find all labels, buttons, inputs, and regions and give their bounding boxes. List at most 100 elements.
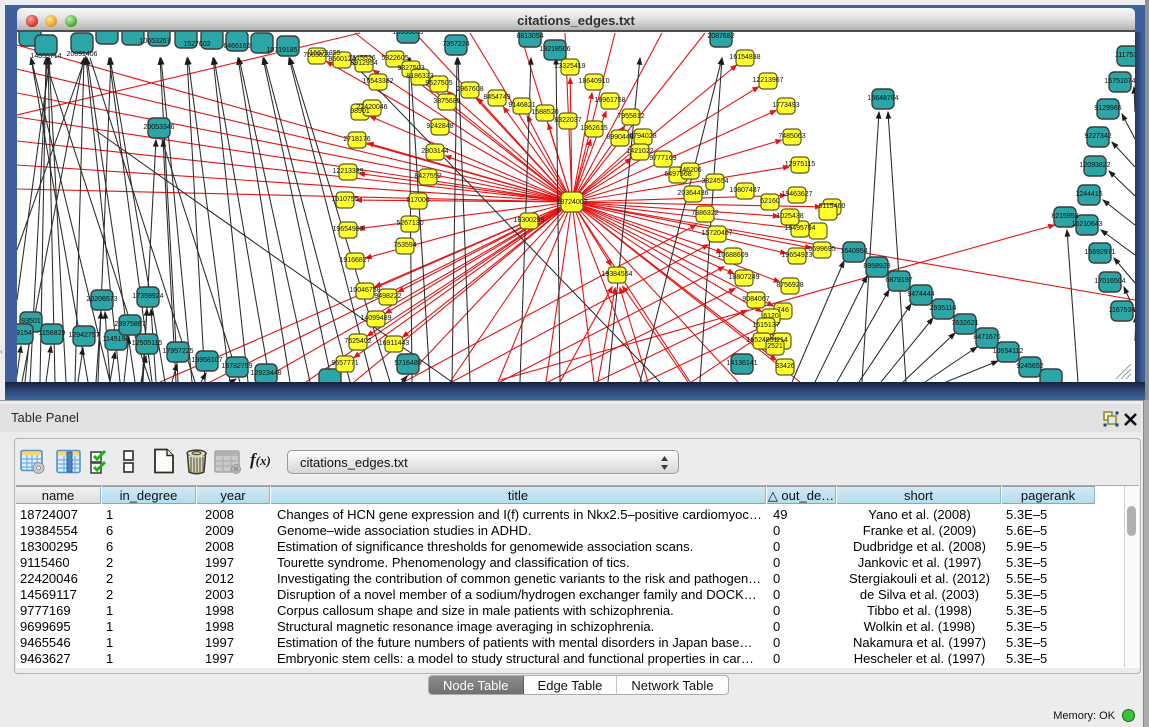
- svg-text:10654112: 10654112: [993, 348, 1024, 355]
- svg-text:7886322: 7886322: [691, 210, 718, 217]
- svg-text:10688609: 10688609: [717, 252, 748, 259]
- svg-text:16210643: 16210643: [1071, 221, 1102, 228]
- svg-text:22420046: 22420046: [356, 104, 387, 111]
- svg-text:17359924: 17359924: [132, 293, 163, 300]
- svg-text:12093822: 12093822: [1079, 162, 1110, 169]
- svg-text:8322037: 8322037: [554, 117, 581, 124]
- svg-text:16033809: 16033809: [392, 32, 423, 36]
- svg-text:1025438: 1025438: [776, 213, 803, 220]
- svg-text:2718176: 2718176: [343, 136, 370, 143]
- svg-text:15751074: 15751074: [1104, 78, 1135, 85]
- svg-text:1156829: 1156829: [39, 330, 66, 337]
- svg-text:9146821: 9146821: [508, 102, 535, 109]
- svg-text:1145194: 1145194: [103, 336, 130, 343]
- svg-text:12923448: 12923448: [250, 370, 281, 377]
- svg-text:15720407: 15720407: [701, 230, 732, 237]
- svg-text:2803144: 2803144: [421, 148, 448, 155]
- svg-text:17957225: 17957225: [162, 348, 193, 355]
- svg-text:14055714: 14055714: [30, 53, 61, 60]
- svg-text:14099489: 14099489: [360, 315, 391, 322]
- svg-text:9129966: 9129966: [1094, 105, 1121, 112]
- svg-text:2087682: 2087682: [707, 33, 734, 40]
- svg-text:1615137: 1615137: [752, 322, 779, 329]
- svg-text:10653267: 10653267: [139, 38, 170, 45]
- svg-text:19654983: 19654983: [332, 226, 363, 233]
- svg-text:9084067: 9084067: [742, 296, 769, 303]
- svg-text:5267130: 5267130: [396, 220, 423, 227]
- svg-text:2521: 2521: [767, 343, 783, 350]
- svg-text:1588520: 1588520: [531, 109, 558, 116]
- svg-text:9777169: 9777169: [649, 155, 676, 162]
- svg-text:18300295: 18300295: [513, 217, 544, 224]
- svg-text:17016504: 17016504: [1094, 278, 1125, 285]
- svg-text:8454749: 8454749: [483, 94, 510, 101]
- svg-text:12213389: 12213389: [332, 168, 363, 175]
- svg-text:7357224: 7357224: [442, 41, 469, 48]
- svg-text:39154: 39154: [17, 330, 32, 337]
- svg-text:12942757: 12942757: [68, 332, 99, 339]
- svg-text:8186323: 8186323: [406, 73, 433, 80]
- svg-text:8215953: 8215953: [1051, 213, 1078, 220]
- svg-text:9657771: 9657771: [331, 360, 358, 367]
- svg-text:10719185: 10719185: [266, 47, 297, 54]
- svg-text:1773493: 1773493: [772, 102, 799, 109]
- svg-text:8471676: 8471676: [973, 334, 1000, 341]
- svg-text:6120: 6120: [763, 313, 779, 320]
- svg-text:1610755: 1610755: [331, 196, 358, 203]
- svg-text:19958107: 19958107: [191, 357, 222, 364]
- svg-text:10807487: 10807487: [729, 187, 760, 194]
- svg-text:3875685: 3875685: [433, 98, 460, 105]
- svg-text:19654923: 19654923: [781, 252, 812, 259]
- svg-text:12505115: 12505115: [132, 340, 163, 347]
- svg-text:20206573: 20206573: [86, 296, 117, 303]
- svg-text:8756928: 8756928: [776, 282, 803, 289]
- svg-text:2935114: 2935114: [930, 305, 957, 312]
- svg-text:16648784: 16648784: [867, 95, 898, 102]
- svg-text:5716485: 5716485: [394, 360, 421, 367]
- svg-text:7485063: 7485063: [778, 133, 805, 140]
- svg-text:16154838: 16154838: [729, 54, 760, 61]
- svg-text:14136141: 14136141: [726, 360, 757, 367]
- svg-text:20053346: 20053346: [143, 124, 174, 131]
- svg-text:16961758: 16961758: [594, 97, 625, 104]
- svg-text:12975115: 12975115: [785, 161, 816, 168]
- svg-text:7632621: 7632621: [951, 320, 978, 327]
- svg-text:16782759: 16782759: [221, 363, 252, 370]
- svg-text:12213967: 12213967: [752, 77, 783, 84]
- svg-text:9227342: 9227342: [1084, 133, 1111, 140]
- svg-text:15495794: 15495794: [784, 225, 815, 232]
- svg-text:746206: 746206: [678, 167, 701, 174]
- svg-text:9115460: 9115460: [819, 203, 846, 210]
- svg-text:18724007: 18724007: [556, 199, 587, 206]
- svg-text:16671355: 16671355: [309, 50, 340, 57]
- svg-text:16543382: 16543382: [362, 78, 393, 85]
- svg-text:7515526: 7515526: [348, 55, 375, 62]
- svg-text:20364436: 20364436: [677, 190, 708, 197]
- svg-text:8958928: 8958928: [863, 263, 890, 270]
- svg-text:9327503: 9327503: [397, 65, 424, 72]
- svg-text:1167534: 1167534: [1109, 307, 1135, 314]
- svg-text:9498222: 9498222: [374, 293, 401, 300]
- svg-text:917006: 917006: [406, 197, 429, 204]
- svg-text:5322605: 5322605: [381, 55, 408, 62]
- svg-text:18640910: 18640910: [578, 78, 609, 85]
- svg-text:746: 746: [777, 307, 789, 314]
- svg-text:3824554: 3824554: [701, 178, 728, 185]
- svg-text:23975867: 23975867: [114, 321, 145, 328]
- svg-text:7625402: 7625402: [344, 338, 371, 345]
- svg-text:2967608: 2967608: [456, 86, 483, 93]
- svg-text:7955812: 7955812: [617, 113, 644, 120]
- svg-text:13325419: 13325419: [554, 63, 585, 70]
- svg-text:1362615: 1362615: [580, 125, 607, 132]
- svg-text:8427552: 8427552: [414, 173, 441, 180]
- svg-text:1244415: 1244415: [1075, 191, 1102, 198]
- svg-text:19218506: 19218506: [539, 46, 570, 53]
- svg-text:19384554: 19384554: [601, 271, 632, 278]
- svg-text:15692971: 15692971: [1084, 249, 1115, 256]
- svg-text:1421022: 1421022: [626, 148, 653, 155]
- svg-text:1640954: 1640954: [840, 248, 867, 255]
- svg-text:9474444: 9474444: [907, 291, 934, 298]
- svg-text:6879197: 6879197: [885, 277, 912, 284]
- svg-text:6794028: 6794028: [629, 133, 656, 140]
- svg-text:753594: 753594: [393, 242, 416, 249]
